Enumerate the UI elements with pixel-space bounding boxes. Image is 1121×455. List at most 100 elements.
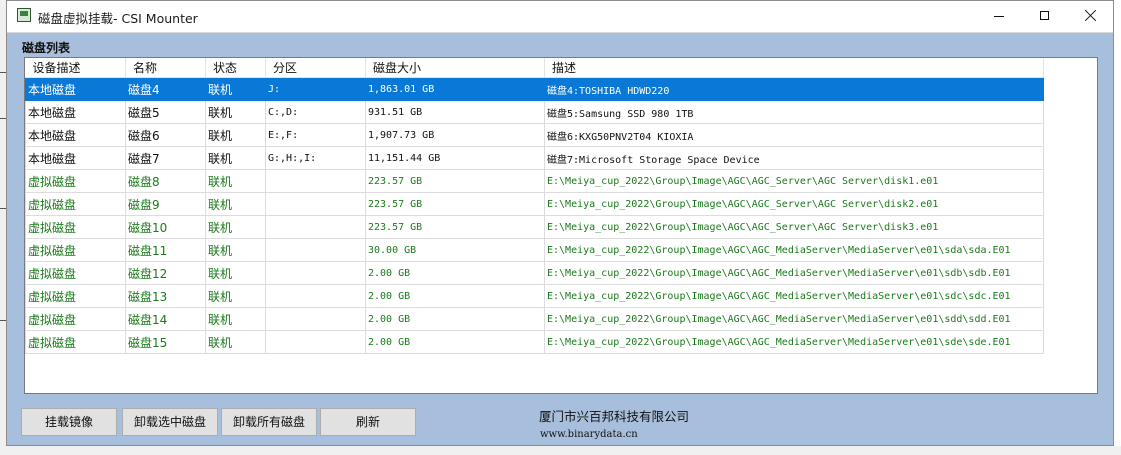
cell-partition: G:,H:,I: [265, 146, 366, 170]
unmount-selected-button[interactable]: 卸载选中磁盘 [122, 408, 218, 436]
disk-row[interactable]: 虚拟磁盘 磁盘12 联机 2.00 GB E:\Meiya_cup_2022\Group… [25, 261, 1044, 285]
column-header-description[interactable]: 描述 [544, 58, 1044, 78]
cell-status: 联机 [205, 146, 266, 170]
cell-description: 磁盘7:Microsoft Storage Space Device [544, 146, 1044, 170]
cell-partition: J: [265, 77, 366, 101]
cell-name: 磁盘9 [125, 192, 206, 216]
background-window-bottom [0, 446, 1121, 455]
cell-description: 磁盘6:KXG50PNV2T04 KIOXIA [544, 123, 1044, 147]
disk-row[interactable]: 本地磁盘 磁盘5 联机 C:,D: 931.51 GB 磁盘5:Samsung SSD 9… [25, 100, 1044, 124]
cell-size: 223.57 GB [365, 192, 545, 216]
cell-device-desc: 本地磁盘 [25, 77, 126, 101]
cell-name: 磁盘4 [125, 77, 206, 101]
cell-partition [265, 215, 366, 239]
cell-size: 2.00 GB [365, 284, 545, 308]
column-header-status[interactable]: 状态 [205, 58, 266, 78]
cell-description: E:\Meiya_cup_2022\Group\Image\AGC\AGC_Me… [544, 261, 1044, 285]
maximize-button[interactable] [1022, 1, 1068, 32]
title-bar[interactable]: 磁盘虚拟挂载- CSI Mounter [7, 1, 1113, 33]
cell-status: 联机 [205, 330, 266, 354]
cell-device-desc: 虚拟磁盘 [25, 215, 126, 239]
app-icon [17, 8, 31, 22]
column-header-partition[interactable]: 分区 [265, 58, 366, 78]
cell-size: 1,907.73 GB [365, 123, 545, 147]
column-header-size[interactable]: 磁盘大小 [365, 58, 545, 78]
cell-partition [265, 307, 366, 331]
cell-partition: C:,D: [265, 100, 366, 124]
cell-device-desc: 虚拟磁盘 [25, 169, 126, 193]
cell-size: 223.57 GB [365, 169, 545, 193]
cell-name: 磁盘6 [125, 123, 206, 147]
company-website: www.binarydata.cn [540, 429, 638, 440]
cell-device-desc: 本地磁盘 [25, 123, 126, 147]
cell-device-desc: 本地磁盘 [25, 146, 126, 170]
cell-status: 联机 [205, 192, 266, 216]
cell-size: 2.00 GB [365, 261, 545, 285]
disk-table-header: 设备描述 名称 状态 分区 磁盘大小 描述 [25, 58, 1044, 78]
unmount-all-button[interactable]: 卸载所有磁盘 [221, 408, 317, 436]
cell-size: 223.57 GB [365, 215, 545, 239]
mount-image-button[interactable]: 挂载镜像 [21, 408, 117, 436]
disk-row[interactable]: 本地磁盘 磁盘7 联机 G:,H:,I: 11,151.44 GB 磁盘7:Microso… [25, 146, 1044, 170]
column-header-device-desc[interactable]: 设备描述 [25, 58, 126, 78]
cell-status: 联机 [205, 100, 266, 124]
disk-row[interactable]: 虚拟磁盘 磁盘14 联机 2.00 GB E:\Meiya_cup_2022\Group… [25, 307, 1044, 331]
disk-list-group-label: 磁盘列表 [22, 41, 71, 55]
cell-description: 磁盘5:Samsung SSD 980 1TB [544, 100, 1044, 124]
cell-description: E:\Meiya_cup_2022\Group\Image\AGC\AGC_Me… [544, 330, 1044, 354]
disk-row[interactable]: 虚拟磁盘 磁盘15 联机 2.00 GB E:\Meiya_cup_2022\Group… [25, 330, 1044, 354]
cell-description: E:\Meiya_cup_2022\Group\Image\AGC\AGC_Me… [544, 238, 1044, 262]
cell-description: E:\Meiya_cup_2022\Group\Image\AGC\AGC_Se… [544, 192, 1044, 216]
cell-partition [265, 261, 366, 285]
cell-status: 联机 [205, 284, 266, 308]
cell-partition: E:,F: [265, 123, 366, 147]
cell-description: 磁盘4:TOSHIBA HDWD220 [544, 77, 1044, 101]
cell-name: 磁盘10 [125, 215, 206, 239]
cell-name: 磁盘12 [125, 261, 206, 285]
cell-device-desc: 本地磁盘 [25, 100, 126, 124]
disk-list-view[interactable]: 设备描述 名称 状态 分区 磁盘大小 描述 本地磁盘 磁盘4 联机 J: 1,863.0… [24, 57, 1098, 394]
cell-size: 2.00 GB [365, 307, 545, 331]
cell-description: E:\Meiya_cup_2022\Group\Image\AGC\AGC_Me… [544, 284, 1044, 308]
cell-partition [265, 330, 366, 354]
cell-status: 联机 [205, 123, 266, 147]
cell-partition [265, 238, 366, 262]
column-header-name[interactable]: 名称 [125, 58, 206, 78]
cell-status: 联机 [205, 238, 266, 262]
cell-status: 联机 [205, 169, 266, 193]
cell-partition [265, 169, 366, 193]
disk-row[interactable]: 本地磁盘 磁盘4 联机 J: 1,863.01 GB 磁盘4:TOSHIBA HDWD22… [25, 77, 1044, 101]
disk-row[interactable]: 虚拟磁盘 磁盘8 联机 223.57 GB E:\Meiya_cup_2022\Grou… [25, 169, 1044, 193]
disk-row[interactable]: 本地磁盘 磁盘6 联机 E:,F: 1,907.73 GB 磁盘6:KXG50PNV2T0… [25, 123, 1044, 147]
cell-partition [265, 192, 366, 216]
cell-device-desc: 虚拟磁盘 [25, 284, 126, 308]
cell-device-desc: 虚拟磁盘 [25, 192, 126, 216]
cell-description: E:\Meiya_cup_2022\Group\Image\AGC\AGC_Se… [544, 215, 1044, 239]
window-title: 磁盘虚拟挂载- CSI Mounter [38, 11, 198, 26]
cell-description: E:\Meiya_cup_2022\Group\Image\AGC\AGC_Me… [544, 307, 1044, 331]
disk-row[interactable]: 虚拟磁盘 磁盘11 联机 30.00 GB E:\Meiya_cup_2022\Grou… [25, 238, 1044, 262]
minimize-button[interactable] [976, 1, 1022, 32]
cell-description: E:\Meiya_cup_2022\Group\Image\AGC\AGC_Se… [544, 169, 1044, 193]
cell-device-desc: 虚拟磁盘 [25, 330, 126, 354]
cell-size: 1,863.01 GB [365, 77, 545, 101]
cell-status: 联机 [205, 261, 266, 285]
main-window: 磁盘虚拟挂载- CSI Mounter 磁盘列表 设备描述 名称 状态 分区 磁… [6, 0, 1114, 446]
refresh-button[interactable]: 刷新 [320, 408, 416, 436]
cell-name: 磁盘14 [125, 307, 206, 331]
cell-size: 11,151.44 GB [365, 146, 545, 170]
disk-row[interactable]: 虚拟磁盘 磁盘10 联机 223.57 GB E:\Meiya_cup_2022\Gro… [25, 215, 1044, 239]
cell-name: 磁盘5 [125, 100, 206, 124]
cell-name: 磁盘7 [125, 146, 206, 170]
disk-row[interactable]: 虚拟磁盘 磁盘9 联机 223.57 GB E:\Meiya_cup_2022\Grou… [25, 192, 1044, 216]
cell-device-desc: 虚拟磁盘 [25, 261, 126, 285]
close-button[interactable] [1068, 1, 1114, 32]
disk-row[interactable]: 虚拟磁盘 磁盘13 联机 2.00 GB E:\Meiya_cup_2022\Group… [25, 284, 1044, 308]
maximize-icon [1040, 11, 1049, 20]
cell-name: 磁盘8 [125, 169, 206, 193]
cell-name: 磁盘13 [125, 284, 206, 308]
cell-name: 磁盘11 [125, 238, 206, 262]
cell-size: 2.00 GB [365, 330, 545, 354]
cell-device-desc: 虚拟磁盘 [25, 238, 126, 262]
cell-device-desc: 虚拟磁盘 [25, 307, 126, 331]
